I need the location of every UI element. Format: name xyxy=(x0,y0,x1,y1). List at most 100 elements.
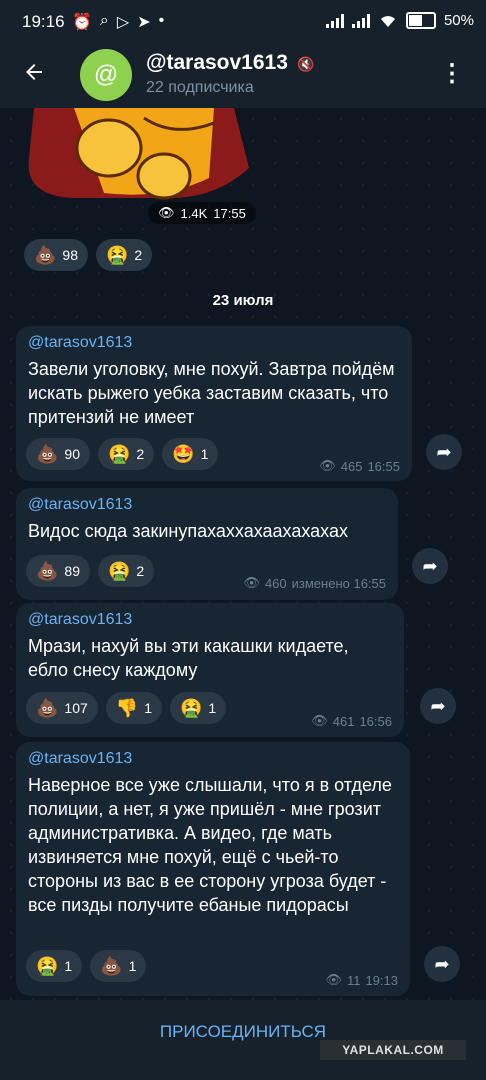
poop-emoji-icon: 💩 xyxy=(36,443,59,464)
message-bubble[interactable]: @tarasov1613 Завели уголовку, мне похуй.… xyxy=(16,326,412,481)
poop-emoji-icon: 💩 xyxy=(100,955,123,976)
message-time: изменено 16:55 xyxy=(291,575,386,591)
message-reactions: 🤮 1 💩 1 xyxy=(26,950,147,982)
sticker-time: 17:55 xyxy=(213,205,246,221)
eye-icon: 👁 xyxy=(319,458,336,473)
vomit-emoji-icon: 🤮 xyxy=(36,955,59,976)
message-author[interactable]: @tarasov1613 xyxy=(28,496,386,514)
message-text: Завели уголовку, мне похуй. Завтра пойдё… xyxy=(28,359,395,427)
message-reactions: 💩 107 👎 1 🤮 1 xyxy=(26,692,227,724)
message-views: 11 xyxy=(346,972,361,988)
message-views: 460 xyxy=(264,575,287,591)
eye-icon: 👁 xyxy=(243,575,260,590)
message-list[interactable]: 👁 1.4K 17:55 💩 98 🤮 2 23 июля @tarasov16… xyxy=(0,108,486,1000)
message-reactions: 💩 89 🤮 2 xyxy=(26,555,155,587)
reaction-count: 1 xyxy=(128,958,137,974)
share-arrow-icon[interactable]: ➦ xyxy=(426,434,462,470)
reaction-pill[interactable]: 🤩 1 xyxy=(162,438,219,470)
reaction-pill[interactable]: 🤮 2 xyxy=(96,239,153,271)
reaction-pill[interactable]: 💩 90 xyxy=(26,438,90,470)
vomit-emoji-icon: 🤮 xyxy=(106,244,129,265)
telegram-icon: ➤ xyxy=(137,14,151,31)
reaction-count: 98 xyxy=(62,247,78,263)
message-bubble[interactable]: @tarasov1613 Наверное все уже слышали, ч… xyxy=(16,742,410,996)
message-meta: 👁 460 изменено 16:55 xyxy=(243,575,386,591)
message-meta: 👁 461 16:56 xyxy=(311,713,392,729)
alarm-icon: ⏰ xyxy=(72,14,92,31)
reaction-count: 1 xyxy=(208,700,217,716)
date-separator: 23 июля xyxy=(212,292,274,309)
vomit-emoji-icon: 🤮 xyxy=(108,560,131,581)
watermark: YAPLAKAL.COM xyxy=(320,1040,466,1060)
notification-icons: ⏰ ⌕ ▷ ➤ • xyxy=(72,12,164,32)
message-views: 465 xyxy=(340,458,363,474)
status-right: 50% xyxy=(325,12,474,29)
reaction-pill[interactable]: 💩 1 xyxy=(90,950,147,982)
reaction-count: 2 xyxy=(134,247,143,263)
chat-header: @ @tarasov1613 🔇 22 подписчика ⋮ xyxy=(0,44,486,108)
reaction-pill[interactable]: 🤮 1 xyxy=(26,950,83,982)
search-icon: ⌕ xyxy=(99,12,109,29)
share-arrow-icon[interactable]: ➦ xyxy=(420,688,456,724)
reaction-pill[interactable]: 💩 89 xyxy=(26,555,90,587)
more-vert-icon[interactable]: ⋮ xyxy=(440,58,464,90)
message-bubble[interactable]: @tarasov1613 Видос сюда закинупахаххахаа… xyxy=(16,488,398,600)
message-text: Видос сюда закинупахаххахаахахахах xyxy=(28,521,348,541)
channel-title[interactable]: @tarasov1613 xyxy=(146,51,288,75)
poop-emoji-icon: 💩 xyxy=(36,560,59,581)
join-button[interactable]: ПРИСОЕДИНИТЬСЯ xyxy=(0,1022,486,1042)
reaction-pill[interactable]: 👎 1 xyxy=(105,692,162,724)
eye-icon: 👁 xyxy=(325,972,342,987)
sticker-meta: 👁 1.4K 17:55 xyxy=(148,202,256,224)
message-time: 16:55 xyxy=(367,458,400,474)
status-time: 19:16 xyxy=(22,12,65,31)
reaction-count: 107 xyxy=(64,700,88,716)
dot-icon: • xyxy=(158,12,165,29)
eye-icon: 👁 xyxy=(311,713,328,728)
vomit-emoji-icon: 🤮 xyxy=(180,697,203,718)
reaction-count: 2 xyxy=(136,446,145,462)
subscriber-count: 22 подписчика xyxy=(146,79,254,96)
message-views: 461 xyxy=(332,713,355,729)
status-bar: 19:16 ⏰ ⌕ ▷ ➤ • 50% xyxy=(0,0,486,44)
reaction-count: 2 xyxy=(136,563,145,579)
message-time: 19:13 xyxy=(365,972,398,988)
message-time: 16:56 xyxy=(359,713,392,729)
reaction-count: 1 xyxy=(64,958,73,974)
reaction-pill[interactable]: 🤮 2 xyxy=(98,555,155,587)
message-author[interactable]: @tarasov1613 xyxy=(28,750,398,768)
reaction-count: 89 xyxy=(64,563,80,579)
reaction-pill[interactable]: 🤮 2 xyxy=(98,438,155,470)
signal-icon xyxy=(325,13,344,28)
share-arrow-icon[interactable]: ➦ xyxy=(424,946,460,982)
reaction-count: 90 xyxy=(64,446,80,462)
wifi-icon xyxy=(380,15,395,27)
message-author[interactable]: @tarasov1613 xyxy=(28,334,400,352)
sticker-views: 1.4K xyxy=(180,205,208,221)
poop-emoji-icon: 💩 xyxy=(34,244,57,265)
message-bubble[interactable]: @tarasov1613 Мрази, нахуй вы эти какашки… xyxy=(16,603,404,737)
reaction-pill[interactable]: 💩 98 xyxy=(24,239,88,271)
star-struck-emoji-icon: 🤩 xyxy=(172,443,195,464)
join-bar: ПРИСОЕДИНИТЬСЯ YAPLAKAL.COM xyxy=(0,1000,486,1080)
reaction-pill[interactable]: 💩 107 xyxy=(26,692,98,724)
sticker-image xyxy=(28,108,249,200)
message-text: Мрази, нахуй вы эти какашки кидаете, ебл… xyxy=(28,636,349,680)
play-icon: ▷ xyxy=(116,14,130,31)
reaction-pill[interactable]: 🤮 1 xyxy=(170,692,227,724)
vomit-emoji-icon: 🤮 xyxy=(108,443,131,464)
signal-icon-2 xyxy=(351,13,370,28)
back-arrow-icon[interactable] xyxy=(22,60,46,89)
eye-icon: 👁 xyxy=(158,205,175,220)
battery-percent: 50% xyxy=(443,12,474,29)
reaction-count: 1 xyxy=(144,700,152,716)
thumbs-down-emoji-icon: 👎 xyxy=(115,697,139,718)
message-reactions: 💩 90 🤮 2 🤩 1 xyxy=(26,438,219,470)
share-arrow-icon[interactable]: ➦ xyxy=(412,548,448,584)
sticker-reactions: 💩 98 🤮 2 xyxy=(24,239,153,271)
message-author[interactable]: @tarasov1613 xyxy=(28,611,392,629)
channel-avatar[interactable]: @ xyxy=(80,49,132,101)
muted-icon: 🔇 xyxy=(297,56,315,72)
battery-icon xyxy=(405,12,436,29)
message-meta: 👁 11 19:13 xyxy=(325,972,398,988)
